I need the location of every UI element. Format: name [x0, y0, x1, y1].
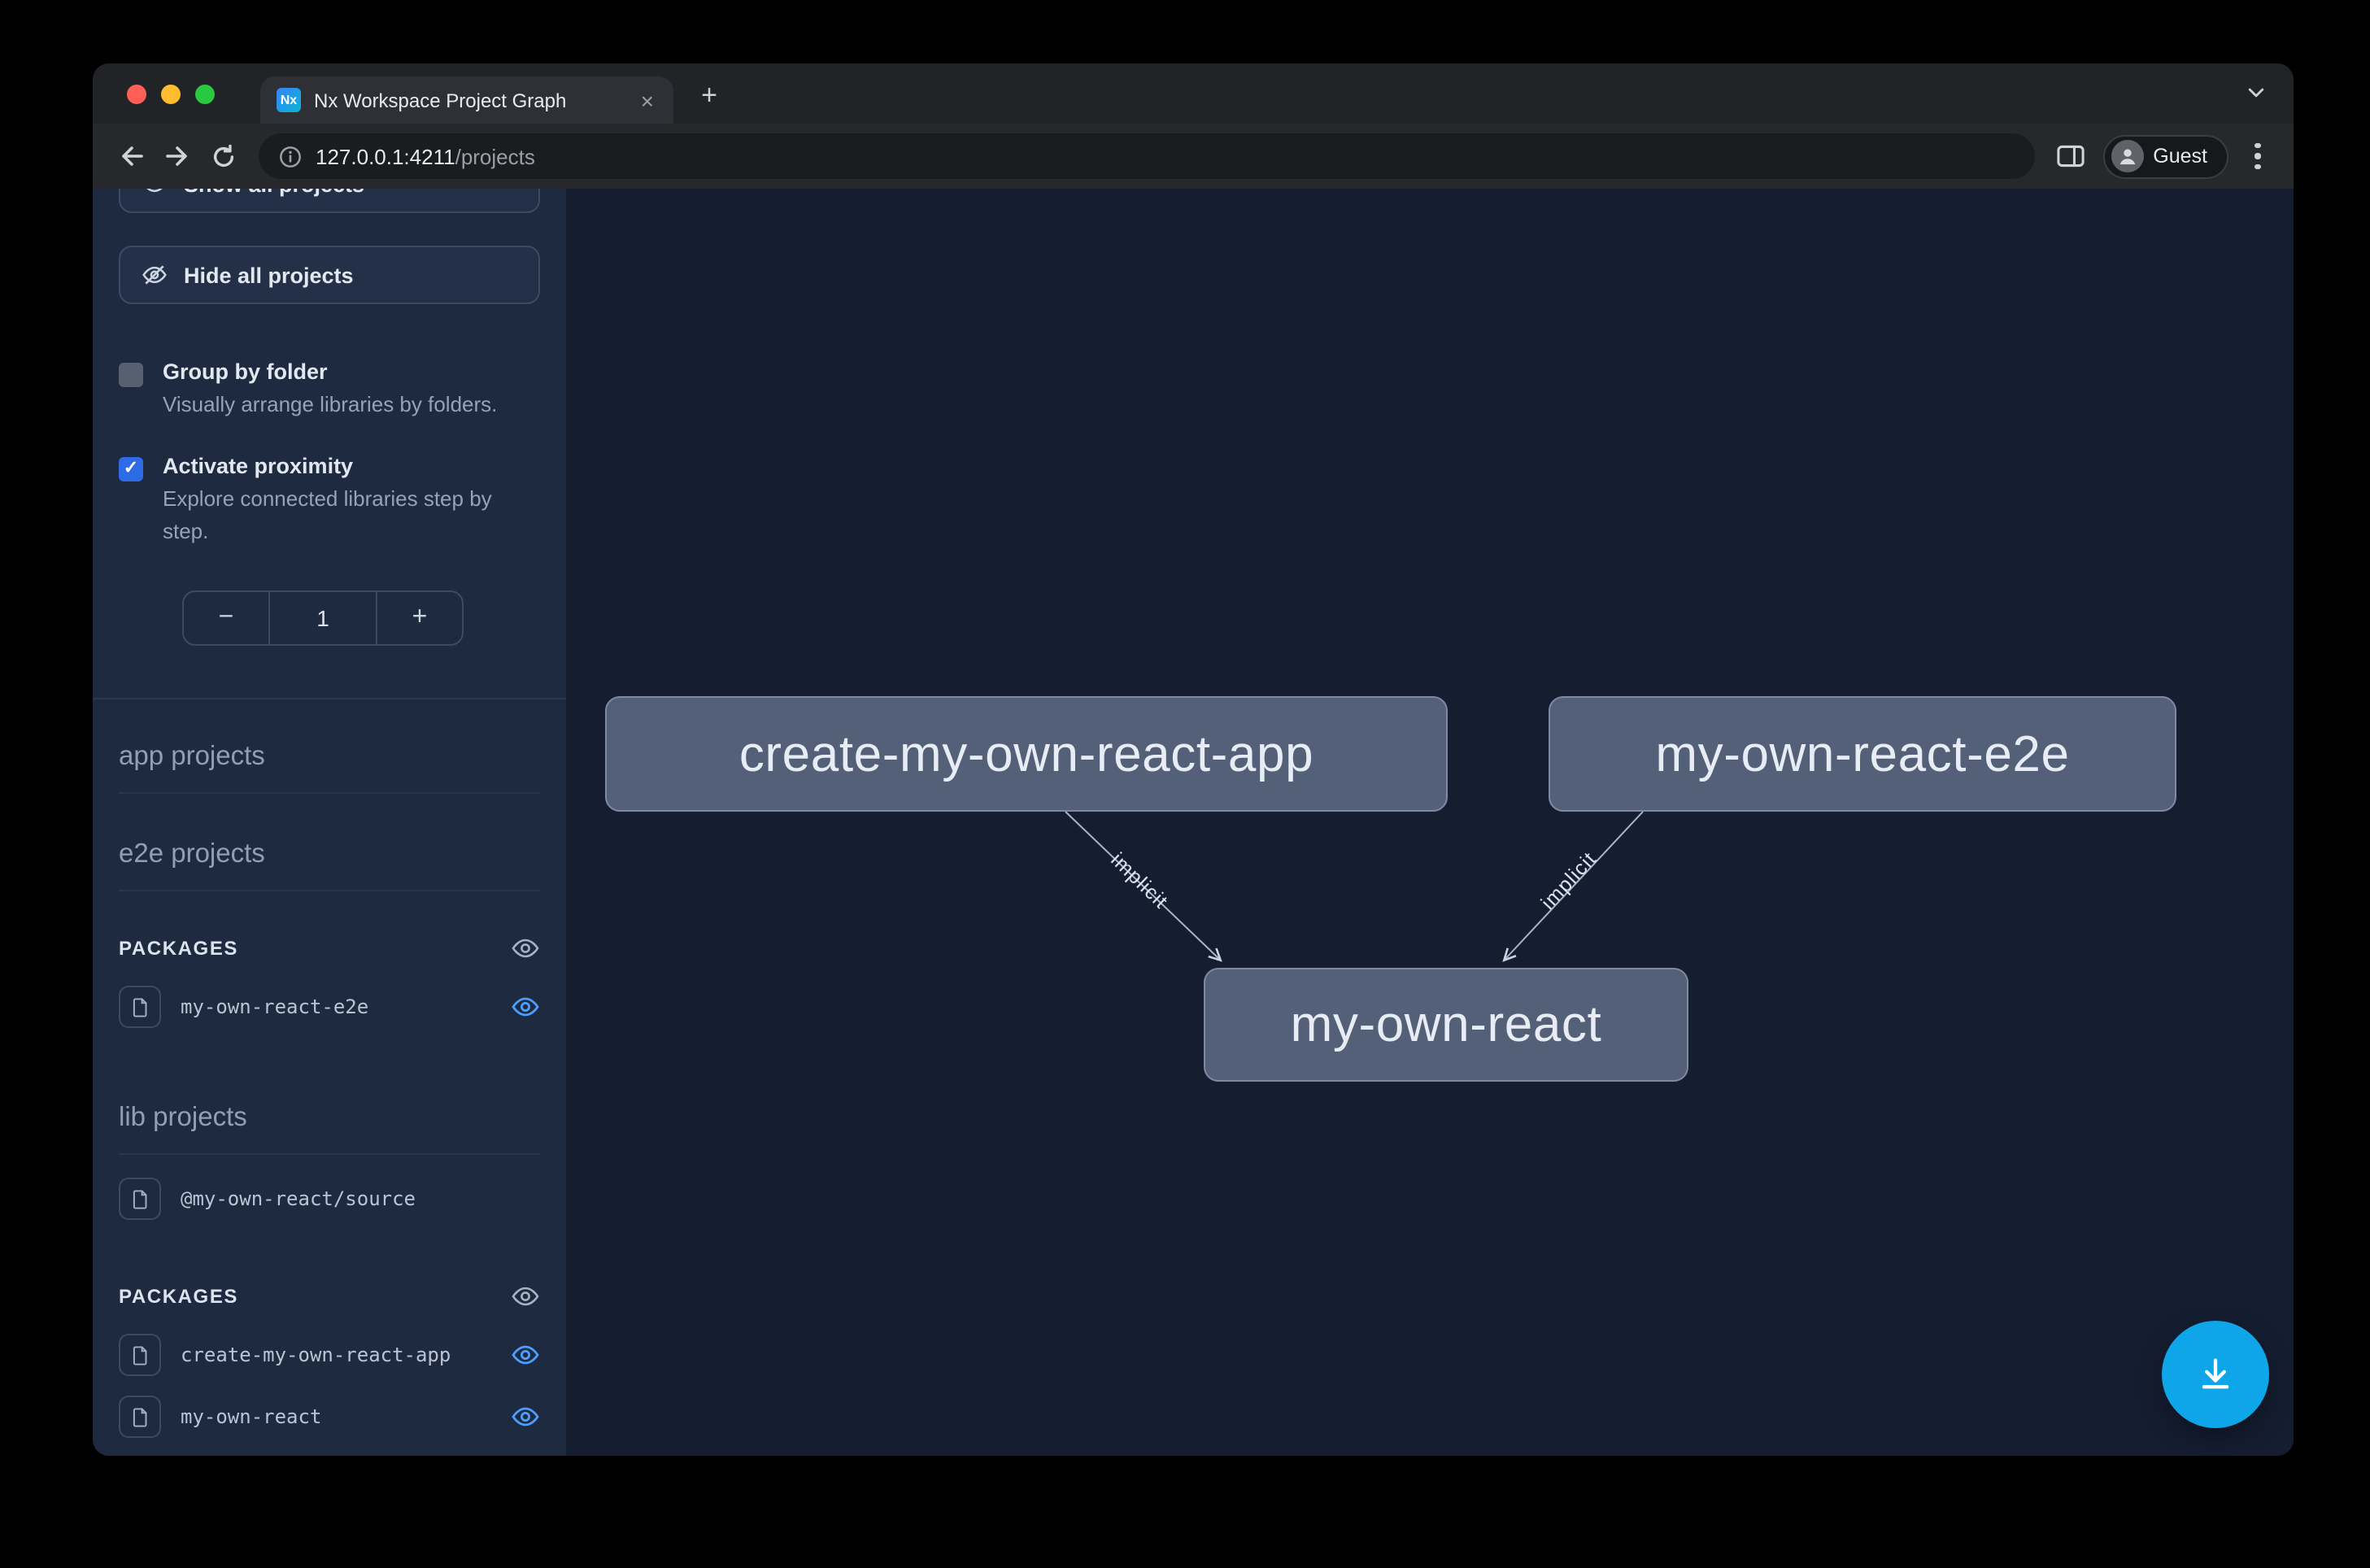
project-list-item[interactable]: create-my-own-react-app — [119, 1334, 540, 1376]
project-name: my-own-react — [181, 1405, 491, 1428]
browser-window: Nx Nx Workspace Project Graph × + — [93, 63, 2294, 1456]
sidebar-divider — [93, 698, 566, 699]
eye-icon — [142, 189, 168, 197]
graph-canvas[interactable]: implicit implicit create-my-own-react-ap… — [566, 189, 2294, 1456]
profile-chip[interactable]: Guest — [2102, 134, 2228, 178]
proximity-stepper: − 1 + — [182, 590, 464, 646]
url-host: 127.0.0.1:4211 — [316, 144, 455, 168]
graph-edges: implicit implicit — [566, 189, 2294, 1456]
group-by-folder-checkbox[interactable] — [119, 363, 143, 387]
traffic-lights — [127, 85, 215, 104]
url-text: 127.0.0.1:4211/projects — [316, 144, 535, 168]
proximity-decrement-button[interactable]: − — [184, 592, 268, 644]
toggle-section-visibility-eye-icon[interactable] — [511, 1282, 540, 1311]
lib-projects-heading: lib projects — [119, 1103, 540, 1155]
hide-all-projects-label: Hide all projects — [184, 263, 354, 287]
browser-tab[interactable]: Nx Nx Workspace Project Graph × — [260, 76, 673, 124]
project-list-item[interactable]: @my-own-react/source — [119, 1178, 540, 1220]
project-doc-icon — [119, 1178, 161, 1220]
show-all-projects-label: Show all projects — [184, 189, 364, 196]
partial-button-clip: Show all projects — [119, 189, 540, 213]
side-panel-icon[interactable] — [2047, 133, 2093, 179]
show-all-projects-button[interactable]: Show all projects — [119, 189, 540, 213]
group-by-folder-row: Group by folder Visually arrange librari… — [119, 359, 540, 421]
packages-label: PACKAGES — [119, 1285, 238, 1308]
project-doc-icon — [119, 986, 161, 1028]
activate-proximity-label: Activate proximity — [163, 454, 540, 478]
desktop-background: Nx Nx Workspace Project Graph × + — [0, 0, 2370, 1568]
edge-line — [1505, 812, 1643, 960]
e2e-projects-heading: e2e projects — [119, 839, 540, 891]
url-path: /projects — [455, 144, 535, 168]
new-tab-button[interactable]: + — [691, 78, 727, 114]
avatar-icon — [2111, 140, 2143, 172]
graph-node-create-my-own-react-app[interactable]: create-my-own-react-app — [605, 696, 1448, 812]
project-doc-icon — [119, 1396, 161, 1438]
edge-implicit-label: implicit — [1536, 847, 1601, 914]
nx-favicon-icon: Nx — [277, 88, 301, 112]
proximity-increment-button[interactable]: + — [377, 592, 462, 644]
edge-line — [1065, 812, 1220, 960]
project-name: create-my-own-react-app — [181, 1344, 491, 1366]
download-graph-button[interactable] — [2162, 1321, 2269, 1428]
address-bar[interactable]: 127.0.0.1:4211/projects — [259, 133, 2034, 179]
page-content: Show all projects Hide all projects Grou… — [93, 189, 2294, 1456]
forward-button[interactable] — [155, 133, 200, 179]
eye-off-icon — [142, 262, 168, 288]
packages-header-e2e: PACKAGES — [119, 934, 540, 963]
project-doc-icon — [119, 1334, 161, 1376]
activate-proximity-checkbox[interactable]: ✓ — [119, 457, 143, 481]
packages-header-lib: PACKAGES — [119, 1282, 540, 1311]
back-button[interactable] — [109, 133, 155, 179]
graph-node-my-own-react[interactable]: my-own-react — [1204, 968, 1688, 1082]
edge-implicit-label: implicit — [1106, 848, 1172, 913]
sidebar: Show all projects Hide all projects Grou… — [93, 189, 566, 1456]
app-projects-heading: app projects — [119, 742, 540, 794]
window-close-button[interactable] — [127, 85, 146, 104]
browser-menu-icon[interactable] — [2238, 133, 2277, 179]
graph-node-my-own-react-e2e[interactable]: my-own-react-e2e — [1549, 696, 2176, 812]
project-list-item[interactable]: my-own-react-e2e — [119, 986, 540, 1028]
download-icon — [2194, 1353, 2237, 1396]
proximity-value: 1 — [268, 592, 377, 644]
project-name: my-own-react-e2e — [181, 995, 491, 1018]
hide-all-projects-button[interactable]: Hide all projects — [119, 246, 540, 304]
group-by-folder-description: Visually arrange libraries by folders. — [163, 389, 497, 421]
activate-proximity-description: Explore connected libraries step by step… — [163, 483, 540, 548]
site-info-icon[interactable] — [278, 144, 303, 168]
profile-name: Guest — [2153, 145, 2207, 168]
browser-toolbar: 127.0.0.1:4211/projects Guest — [93, 124, 2294, 189]
project-visibility-eye-icon[interactable] — [511, 1340, 540, 1370]
window-zoom-button[interactable] — [195, 85, 215, 104]
activate-proximity-row: ✓ Activate proximity Explore connected l… — [119, 454, 540, 548]
tab-close-icon[interactable]: × — [638, 85, 657, 115]
refresh-button[interactable] — [200, 133, 246, 179]
project-name: @my-own-react/source — [181, 1187, 540, 1210]
project-visibility-eye-icon[interactable] — [511, 992, 540, 1021]
window-minimize-button[interactable] — [161, 85, 181, 104]
tab-title: Nx Workspace Project Graph — [314, 89, 625, 111]
project-visibility-eye-icon[interactable] — [511, 1402, 540, 1431]
tab-strip: Nx Nx Workspace Project Graph × + — [93, 63, 2294, 124]
packages-label: PACKAGES — [119, 937, 238, 960]
toggle-section-visibility-eye-icon[interactable] — [511, 934, 540, 963]
project-list-item[interactable]: my-own-react — [119, 1396, 540, 1438]
group-by-folder-label: Group by folder — [163, 359, 497, 384]
tab-search-chevron-icon[interactable] — [2245, 81, 2268, 112]
